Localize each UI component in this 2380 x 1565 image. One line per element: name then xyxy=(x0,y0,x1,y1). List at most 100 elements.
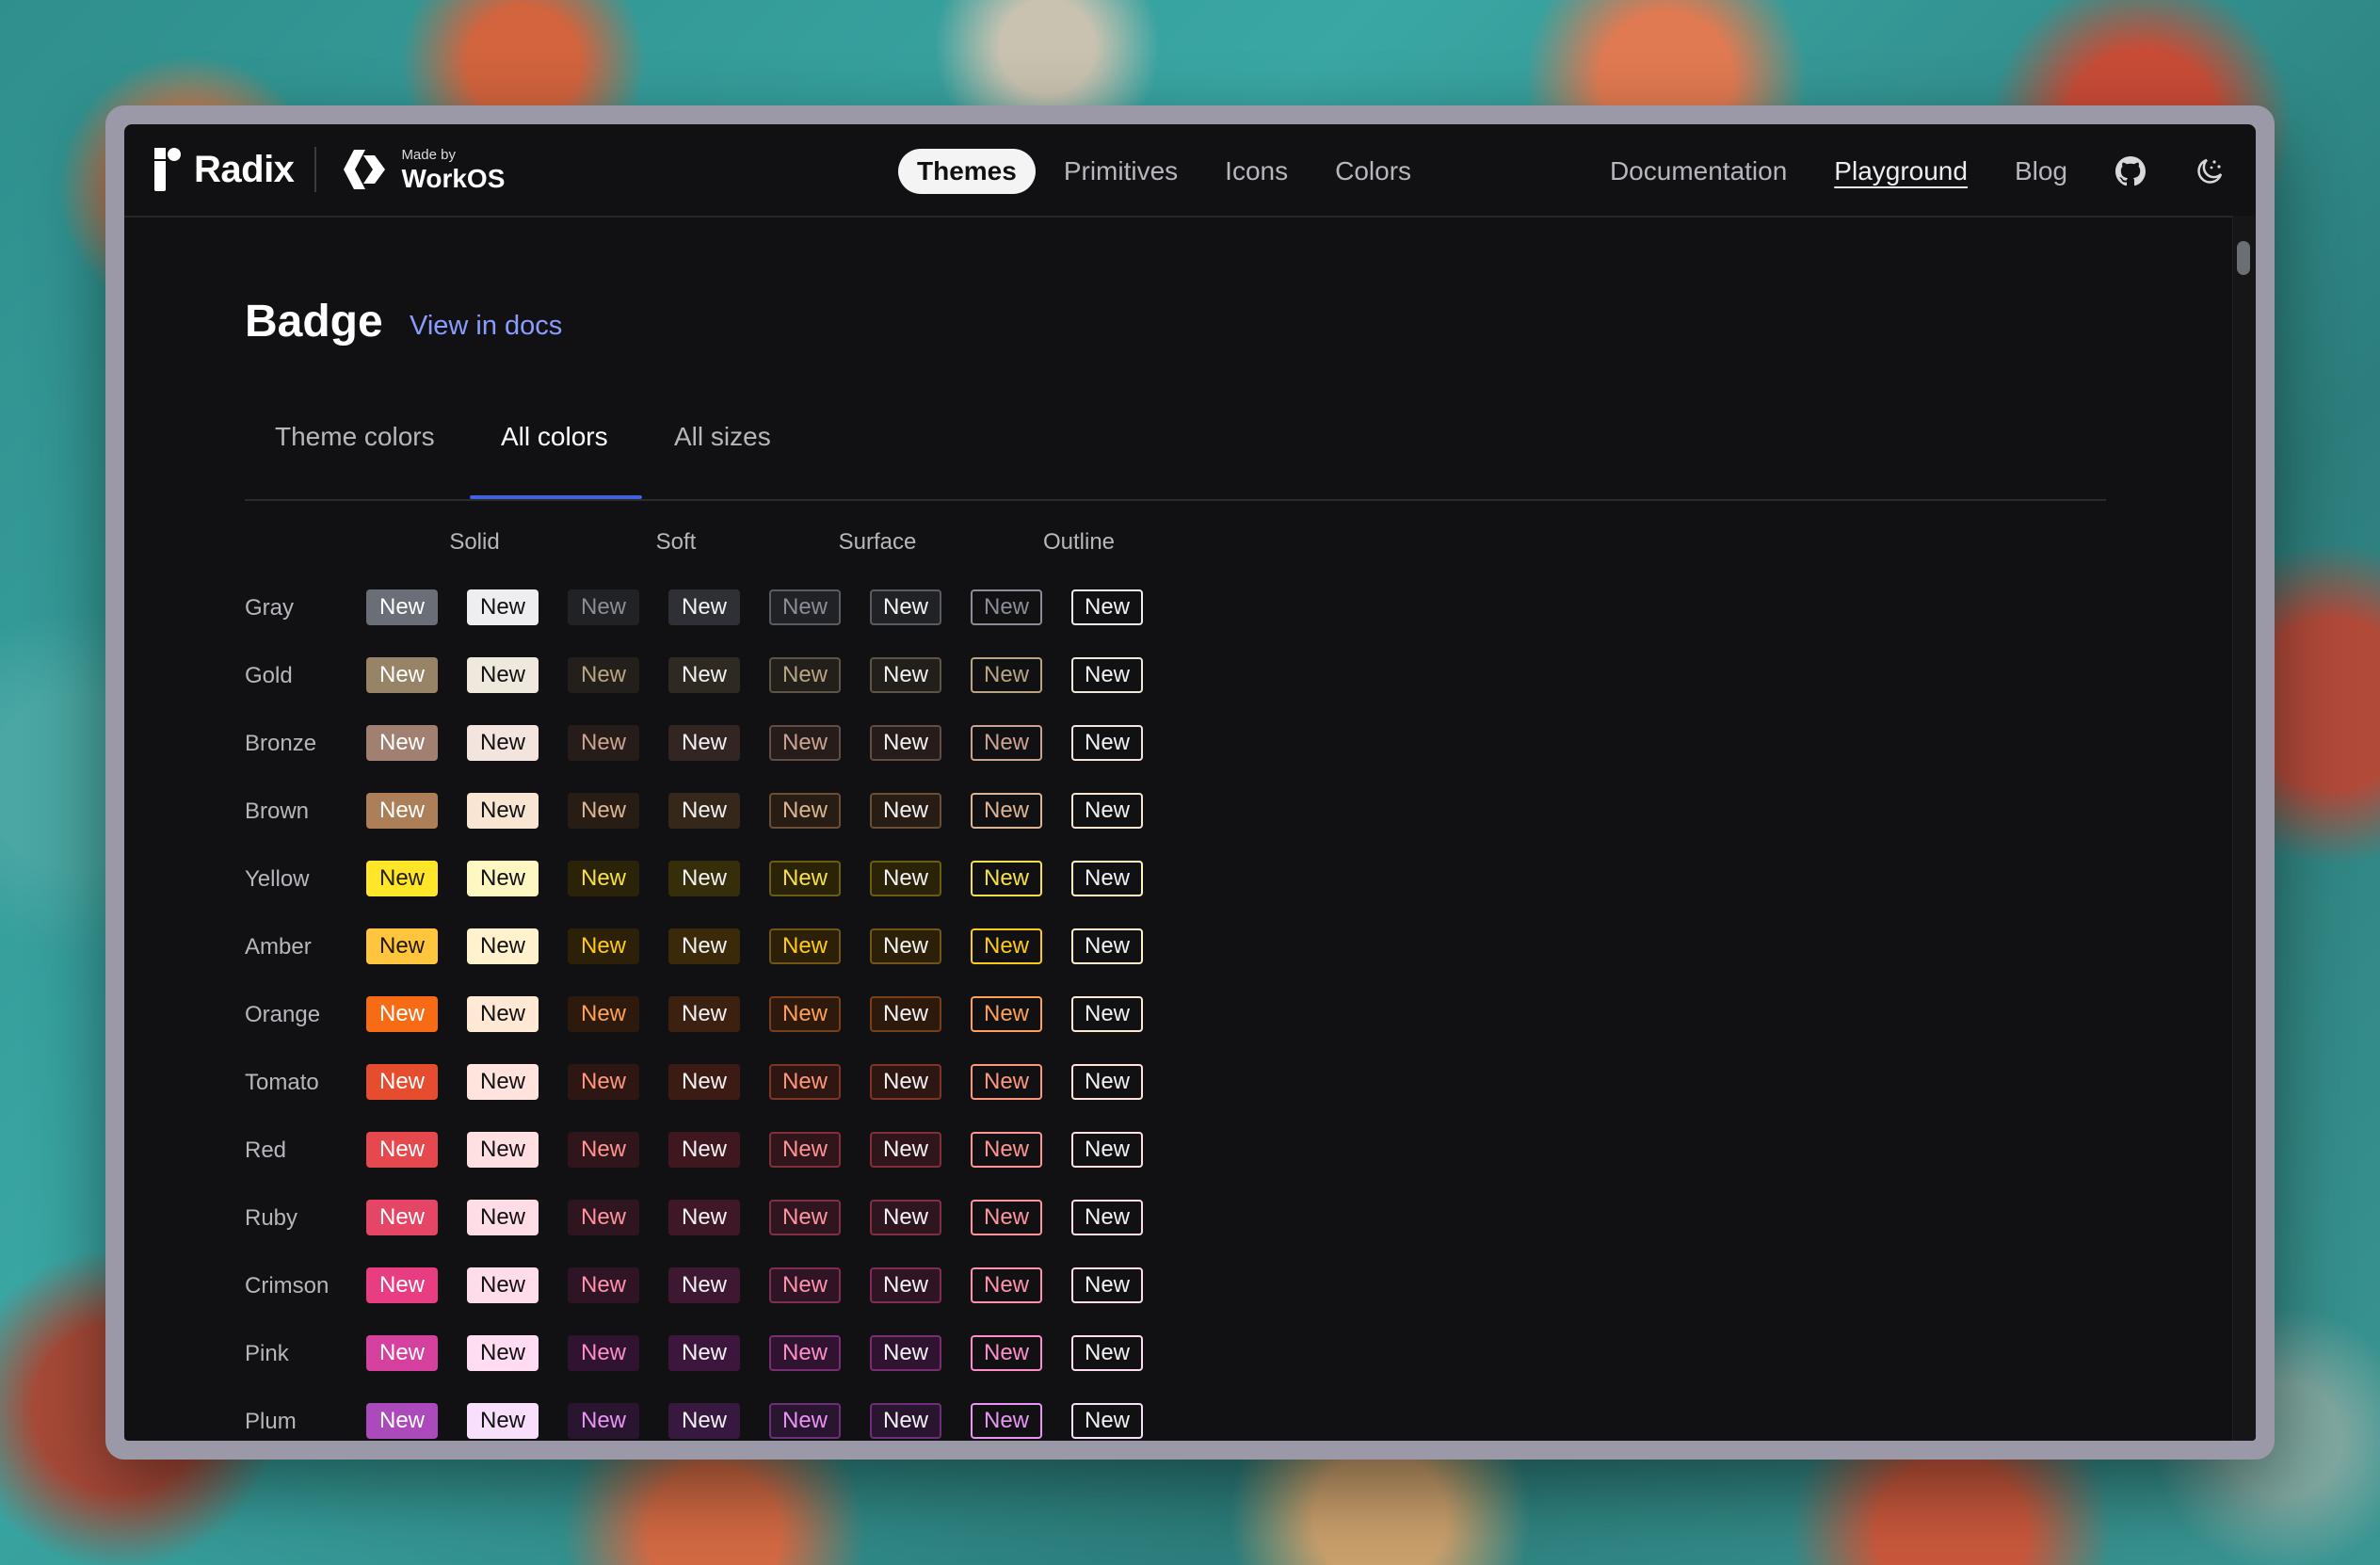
badge-plum-surface-high-contrast: New xyxy=(870,1403,941,1439)
app-screen: Radix Made by WorkOS Themes Primitives I… xyxy=(124,124,2256,1441)
badge-yellow-soft-high-contrast: New xyxy=(668,861,740,896)
badge-tomato-soft-high-contrast: New xyxy=(668,1064,740,1100)
badge-crimson-solid: New xyxy=(366,1267,438,1303)
badge-gray-surface-high-contrast: New xyxy=(870,589,941,625)
badge-bronze-solid-high-contrast: New xyxy=(467,725,539,761)
row-label-gray: Gray xyxy=(245,595,295,621)
badge-crimson-soft: New xyxy=(568,1267,639,1303)
nav-themes[interactable]: Themes xyxy=(898,149,1036,194)
badge-plum-soft-high-contrast: New xyxy=(668,1403,740,1439)
badge-amber-surface-high-contrast: New xyxy=(870,928,941,964)
badge-yellow-surface: New xyxy=(769,861,841,896)
badge-red-soft-high-contrast: New xyxy=(668,1132,740,1168)
badge-red-surface-high-contrast: New xyxy=(870,1132,941,1168)
badge-pink-soft: New xyxy=(568,1335,639,1371)
browser-window: Radix Made by WorkOS Themes Primitives I… xyxy=(105,105,2275,1460)
vertical-scrollbar[interactable] xyxy=(2232,216,2256,1441)
badge-orange-soft-high-contrast: New xyxy=(668,996,740,1032)
badge-brown-soft-high-contrast: New xyxy=(668,793,740,829)
badge-plum-solid: New xyxy=(366,1403,438,1439)
badge-pink-solid-high-contrast: New xyxy=(467,1335,539,1371)
nav-primitives[interactable]: Primitives xyxy=(1045,149,1197,194)
badge-gold-solid-high-contrast: New xyxy=(467,657,539,693)
badge-red-surface: New xyxy=(769,1132,841,1168)
badge-ruby-outline: New xyxy=(971,1200,1042,1235)
row-label-pink: Pink xyxy=(245,1341,289,1366)
badge-yellow-outline: New xyxy=(971,861,1042,896)
badge-gold-soft: New xyxy=(568,657,639,693)
top-navigation: Radix Made by WorkOS Themes Primitives I… xyxy=(124,124,2256,218)
badge-ruby-soft-high-contrast: New xyxy=(668,1200,740,1235)
badge-red-outline: New xyxy=(971,1132,1042,1168)
tab-theme-colors[interactable]: Theme colors xyxy=(275,424,435,450)
nav-documentation[interactable]: Documentation xyxy=(1610,149,1787,194)
column-header-surface: Surface xyxy=(838,529,917,555)
nav-colors[interactable]: Colors xyxy=(1316,149,1430,194)
scrollbar-thumb[interactable] xyxy=(2237,241,2250,275)
badge-amber-solid-high-contrast: New xyxy=(467,928,539,964)
badge-gold-surface-high-contrast: New xyxy=(870,657,941,693)
row-label-gold: Gold xyxy=(245,663,293,688)
badge-tomato-outline-high-contrast: New xyxy=(1071,1064,1143,1100)
badge-red-soft: New xyxy=(568,1132,639,1168)
badge-plum-solid-high-contrast: New xyxy=(467,1403,539,1439)
badge-ruby-soft: New xyxy=(568,1200,639,1235)
nav-icons[interactable]: Icons xyxy=(1206,149,1307,194)
badge-brown-solid: New xyxy=(366,793,438,829)
badge-plum-soft: New xyxy=(568,1403,639,1439)
badge-red-outline-high-contrast: New xyxy=(1071,1132,1143,1168)
badge-brown-solid-high-contrast: New xyxy=(467,793,539,829)
badge-plum-outline-high-contrast: New xyxy=(1071,1403,1143,1439)
badge-gold-solid: New xyxy=(366,657,438,693)
badge-orange-solid: New xyxy=(366,996,438,1032)
badge-orange-solid-high-contrast: New xyxy=(467,996,539,1032)
row-label-amber: Amber xyxy=(245,934,312,960)
badge-gold-soft-high-contrast: New xyxy=(668,657,740,693)
badge-crimson-soft-high-contrast: New xyxy=(668,1267,740,1303)
github-icon[interactable] xyxy=(2115,155,2147,187)
row-label-orange: Orange xyxy=(245,1002,321,1027)
brand[interactable]: Radix Made by WorkOS xyxy=(153,145,505,194)
brand-separator xyxy=(314,147,317,192)
badge-orange-outline-high-contrast: New xyxy=(1071,996,1143,1032)
badge-bronze-soft-high-contrast: New xyxy=(668,725,740,761)
badge-brown-surface: New xyxy=(769,793,841,829)
badge-ruby-surface: New xyxy=(769,1200,841,1235)
badge-pink-surface-high-contrast: New xyxy=(870,1335,941,1371)
badge-amber-solid: New xyxy=(366,928,438,964)
badge-tomato-solid-high-contrast: New xyxy=(467,1064,539,1100)
badge-yellow-solid-high-contrast: New xyxy=(467,861,539,896)
badge-ruby-surface-high-contrast: New xyxy=(870,1200,941,1235)
badge-orange-surface: New xyxy=(769,996,841,1032)
badge-plum-surface: New xyxy=(769,1403,841,1439)
theme-toggle-icon[interactable] xyxy=(2194,155,2226,187)
nav-blog[interactable]: Blog xyxy=(2015,149,2067,194)
nav-playground[interactable]: Playground xyxy=(1834,149,1968,194)
badge-tomato-surface: New xyxy=(769,1064,841,1100)
secondary-nav: Documentation Playground Blog xyxy=(1563,149,2226,194)
tab-all-sizes[interactable]: All sizes xyxy=(674,424,771,450)
badge-tomato-surface-high-contrast: New xyxy=(870,1064,941,1100)
badge-gray-solid: New xyxy=(366,589,438,625)
badge-pink-outline-high-contrast: New xyxy=(1071,1335,1143,1371)
badge-amber-soft-high-contrast: New xyxy=(668,928,740,964)
tab-list: Theme colors All colors All sizes xyxy=(245,403,2106,501)
brand-name: Radix xyxy=(194,148,295,190)
column-header-solid: Solid xyxy=(449,529,500,555)
tab-all-colors[interactable]: All colors xyxy=(501,424,608,450)
badge-bronze-surface-high-contrast: New xyxy=(870,725,941,761)
badge-yellow-solid: New xyxy=(366,861,438,896)
badge-brown-outline-high-contrast: New xyxy=(1071,793,1143,829)
badge-amber-outline-high-contrast: New xyxy=(1071,928,1143,964)
row-label-tomato: Tomato xyxy=(245,1070,319,1095)
view-in-docs-link[interactable]: View in docs xyxy=(410,313,562,340)
column-header-soft: Soft xyxy=(655,529,697,555)
workos-logo-icon xyxy=(344,150,386,189)
badge-crimson-solid-high-contrast: New xyxy=(467,1267,539,1303)
row-label-red: Red xyxy=(245,1137,287,1163)
badge-gray-outline-high-contrast: New xyxy=(1071,589,1143,625)
badge-gold-outline-high-contrast: New xyxy=(1071,657,1143,693)
row-label-plum: Plum xyxy=(245,1409,297,1434)
badge-ruby-outline-high-contrast: New xyxy=(1071,1200,1143,1235)
radix-logo-icon xyxy=(153,148,183,191)
